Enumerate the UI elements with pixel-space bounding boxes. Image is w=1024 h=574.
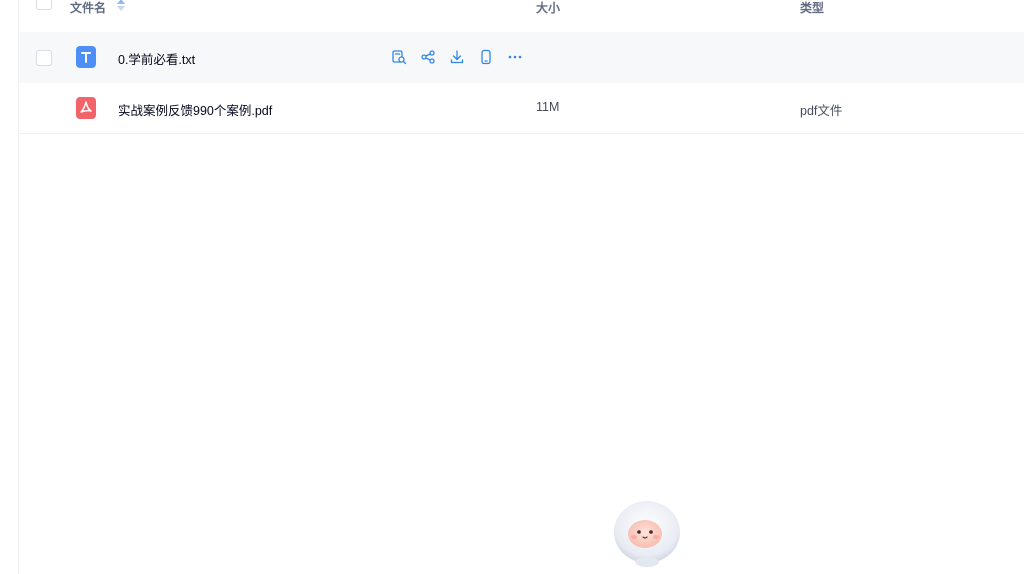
share-icon[interactable]: [420, 49, 436, 65]
file-name[interactable]: 实战案例反馈990个案例.pdf: [118, 100, 272, 119]
row-actions: [391, 49, 523, 65]
column-size-label: 大小: [536, 1, 561, 15]
row-checkbox[interactable]: [36, 50, 52, 66]
txt-file-icon: [76, 46, 96, 68]
select-all-checkbox[interactable]: [36, 0, 52, 10]
column-name[interactable]: 文件名: [70, 0, 126, 16]
file-list-header: 文件名 大小 类型: [19, 0, 1024, 16]
file-row[interactable]: 实战案例反馈990个案例.pdf 11M pdf文件: [19, 83, 1024, 134]
more-icon[interactable]: [507, 49, 523, 65]
column-type[interactable]: 类型: [800, 0, 824, 16]
preview-icon[interactable]: [391, 49, 407, 65]
mobile-icon[interactable]: [478, 49, 494, 65]
sort-icon[interactable]: [117, 0, 126, 14]
file-name[interactable]: 0.学前必看.txt: [118, 49, 195, 68]
file-row[interactable]: 0.学前必看.txt: [19, 32, 1024, 83]
file-size: 11M: [536, 100, 560, 114]
column-type-label: 类型: [800, 1, 825, 15]
column-size[interactable]: 大小: [536, 0, 560, 16]
file-type: pdf文件: [800, 104, 843, 118]
mascot-illustration: [612, 498, 682, 568]
pdf-file-icon: [76, 97, 96, 119]
column-name-label: 文件名: [70, 1, 107, 15]
download-icon[interactable]: [449, 49, 465, 65]
